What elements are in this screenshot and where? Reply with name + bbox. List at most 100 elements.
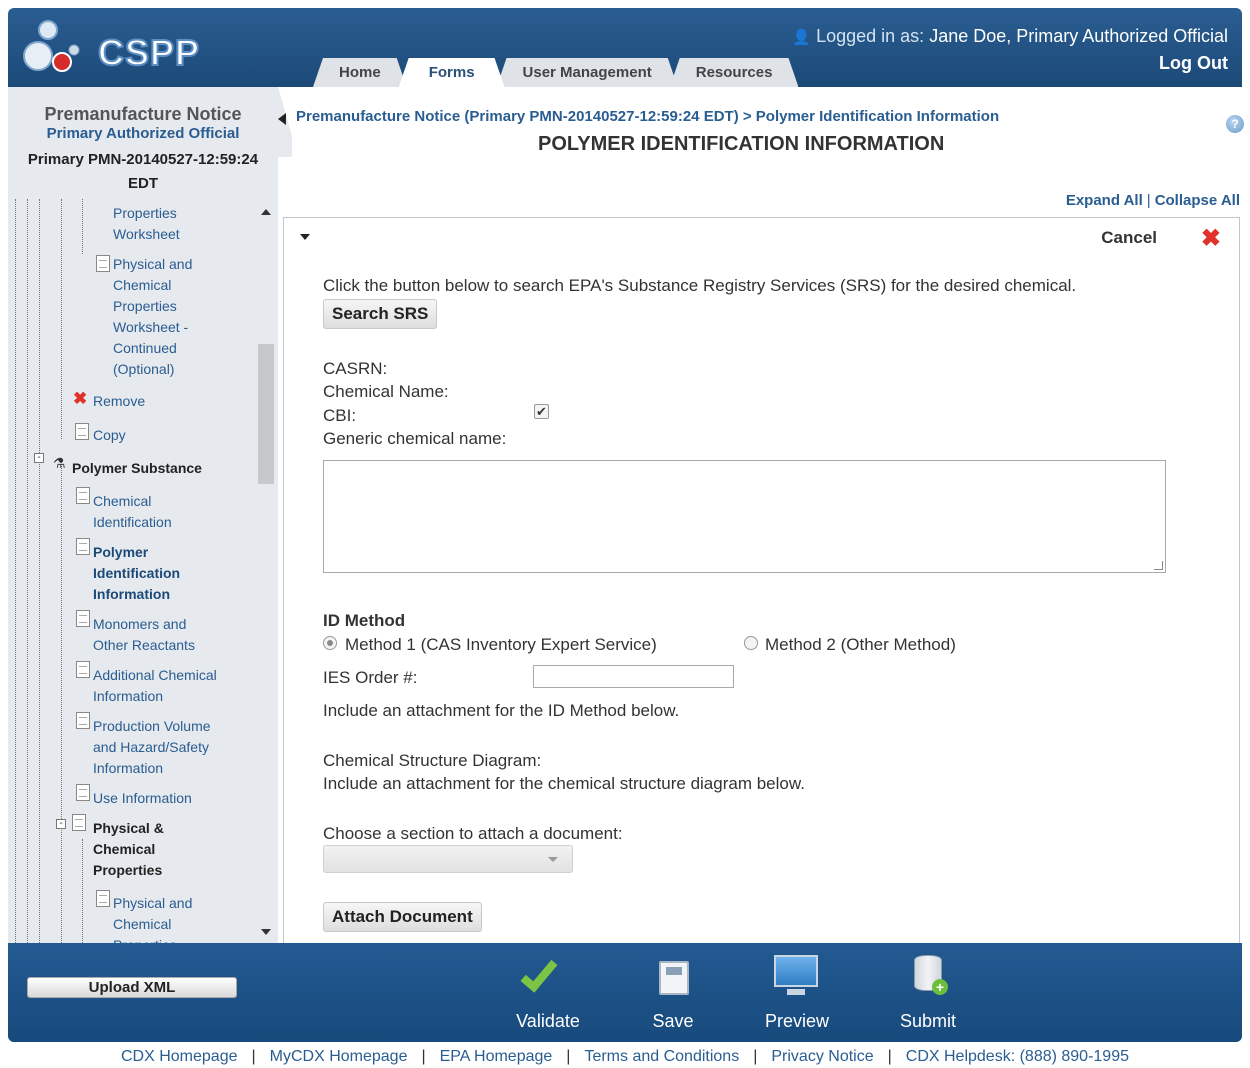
cspp-logo[interactable]: CSPP	[22, 18, 202, 78]
scroll-up-icon[interactable]	[261, 209, 271, 215]
document-icon	[96, 255, 110, 272]
scroll-thumb[interactable]	[258, 344, 274, 484]
breadcrumb[interactable]: Premanufacture Notice (Primary PMN-20140…	[296, 108, 999, 125]
tree-item-label: Properties	[93, 862, 163, 878]
tree-item-polymer-substance[interactable]: Polymer Substance	[72, 458, 202, 479]
casrn-label: CASRN:	[323, 359, 388, 378]
logo-text: CSPP	[97, 31, 201, 74]
search-srs-button[interactable]: Search SRS	[323, 299, 438, 329]
srs-instruction: Click the button below to search EPA's S…	[323, 276, 1077, 295]
tree-item-production-volume[interactable]: Production Volume and Hazard/Safety Info…	[93, 716, 211, 779]
tree-item-use-information[interactable]: Use Information	[93, 788, 192, 809]
method-1-radio[interactable]	[323, 636, 337, 650]
pmn-id-line-2: EDT	[128, 175, 158, 192]
tree-item-label: Physical and	[113, 256, 193, 272]
validate-button[interactable]: Validate	[508, 951, 588, 1032]
tab-home[interactable]: Home	[313, 58, 407, 87]
tree-item-label: Chemical	[113, 916, 172, 932]
method-2-radio[interactable]	[744, 636, 758, 650]
sidebar-header: Premanufacture Notice Primary Authorized…	[8, 87, 278, 199]
tree-item-label: (Optional)	[113, 361, 175, 377]
method-1-label[interactable]: Method 1 (CAS Inventory Expert Service)	[345, 635, 657, 655]
tree-item-polymer-identification[interactable]: Polymer Identification Information	[93, 542, 180, 605]
upload-xml-button[interactable]: Upload XML	[27, 977, 237, 998]
sidebar-scrollbar[interactable]	[256, 199, 276, 943]
tab-forms[interactable]: Forms	[399, 58, 505, 87]
user-icon: 👤	[792, 29, 812, 46]
tree-item-label: Properties	[113, 205, 177, 221]
tree-item-physical-chemical[interactable]: Physical & Chemical Properties	[93, 818, 164, 881]
collapse-sidebar-arrow-icon[interactable]	[278, 113, 286, 125]
worksheet-edit-icon	[72, 814, 86, 831]
panel-collapse-icon[interactable]	[300, 234, 310, 240]
footer-link-helpdesk[interactable]: CDX Helpdesk: (888) 890-1995	[906, 1048, 1129, 1065]
scroll-down-icon[interactable]	[261, 929, 271, 935]
tree-item-label: Properties	[113, 298, 177, 314]
tree-item-label: Information	[93, 688, 164, 704]
tree-item-label: Production Volume	[93, 718, 211, 734]
logout-link[interactable]: Log Out	[1159, 53, 1228, 74]
structure-note: Include an attachment for the chemical s…	[323, 774, 805, 793]
submit-button[interactable]: + Submit	[888, 951, 968, 1032]
action-toolbar: Upload XML Validate Save Preview + Submi…	[8, 943, 1242, 1042]
tree-item-properties-worksheet[interactable]: Properties Worksheet	[113, 203, 180, 245]
structure-label: Chemical Structure Diagram:	[323, 751, 542, 770]
sidebar-subtitle: Primary Authorized Official	[46, 125, 240, 142]
footer-link-terms[interactable]: Terms and Conditions	[584, 1048, 739, 1065]
document-icon	[76, 784, 90, 801]
tree-item-remove[interactable]: Remove	[93, 391, 145, 412]
tree-item-monomers[interactable]: Monomers and Other Reactants	[93, 614, 195, 656]
tree-item-copy[interactable]: Copy	[93, 425, 126, 446]
tab-resources[interactable]: Resources	[670, 58, 799, 87]
collapse-toggle-icon[interactable]: -	[34, 453, 44, 463]
collapse-toggle-icon[interactable]: -	[56, 819, 66, 829]
expand-all-link[interactable]: Expand All	[1066, 192, 1143, 209]
attach-section-select[interactable]	[323, 845, 573, 873]
main-nav-tabs: Home Forms User Management Resources	[313, 58, 790, 87]
sidebar-pmn-id: Primary PMN-20140527-12:59:24 EDT	[8, 148, 278, 196]
generic-name-textarea[interactable]	[323, 460, 1166, 573]
save-button[interactable]: Save	[633, 951, 713, 1032]
form-tree: Properties Worksheet Physical and Chemic…	[8, 199, 256, 943]
tab-user-management[interactable]: User Management	[497, 58, 678, 87]
tree-item-chemical-identification[interactable]: Chemical Identification	[93, 491, 172, 533]
help-icon[interactable]: ?	[1226, 115, 1244, 133]
cancel-button[interactable]: Cancel	[1101, 228, 1157, 248]
attach-document-button[interactable]: Attach Document	[323, 902, 482, 932]
floppy-disk-icon	[633, 951, 713, 1001]
preview-label: Preview	[764, 1011, 830, 1031]
preview-button[interactable]: Preview	[757, 951, 837, 1032]
method-2-label[interactable]: Method 2 (Other Method)	[765, 635, 956, 655]
database-add-icon: +	[888, 951, 968, 1001]
login-label: Logged in as:	[816, 26, 925, 46]
footer-separator: |	[251, 1048, 256, 1065]
flask-logo-icon	[23, 20, 80, 72]
attach-id-note: Include an attachment for the ID Method …	[323, 701, 680, 720]
footer-separator: |	[887, 1048, 892, 1065]
footer-link-cdx-homepage[interactable]: CDX Homepage	[121, 1048, 238, 1065]
collapse-all-link[interactable]: Collapse All	[1155, 192, 1240, 209]
page-title: POLYMER IDENTIFICATION INFORMATION	[538, 133, 945, 155]
tree-item-physchem-worksheet[interactable]: Physical and Chemical Properties	[113, 893, 192, 943]
cancel-x-icon[interactable]: ✖	[1201, 224, 1221, 253]
flask-icon: ⚗	[53, 455, 66, 471]
footer-separator: |	[566, 1048, 571, 1065]
tree-item-label: Information	[93, 760, 164, 776]
tree-item-additional-chemical[interactable]: Additional Chemical Information	[93, 665, 217, 707]
tree-item-physchem-continued[interactable]: Physical and Chemical Properties Workshe…	[113, 254, 192, 380]
submit-label: Submit	[899, 1011, 957, 1031]
choose-section-label: Choose a section to attach a document:	[323, 824, 623, 843]
footer-link-privacy[interactable]: Privacy Notice	[771, 1048, 873, 1065]
tree-item-label: Physical &	[93, 820, 164, 836]
cbi-checkbox[interactable]: ✔	[534, 404, 549, 419]
login-user: Jane Doe, Primary Authorized Official	[929, 26, 1228, 46]
navigation-sidebar: Premanufacture Notice Primary Authorized…	[8, 87, 292, 943]
save-label: Save	[652, 1011, 694, 1031]
generic-name-label: Generic chemical name:	[323, 429, 507, 448]
footer-link-mycdx-homepage[interactable]: MyCDX Homepage	[270, 1048, 408, 1065]
tree-item-label: and Hazard/Safety	[93, 739, 209, 755]
tree-item-label: Identification	[93, 514, 172, 530]
login-status: 👤 Logged in as: Jane Doe, Primary Author…	[792, 26, 1228, 47]
ies-order-input[interactable]	[533, 665, 734, 688]
footer-link-epa-homepage[interactable]: EPA Homepage	[440, 1048, 553, 1065]
